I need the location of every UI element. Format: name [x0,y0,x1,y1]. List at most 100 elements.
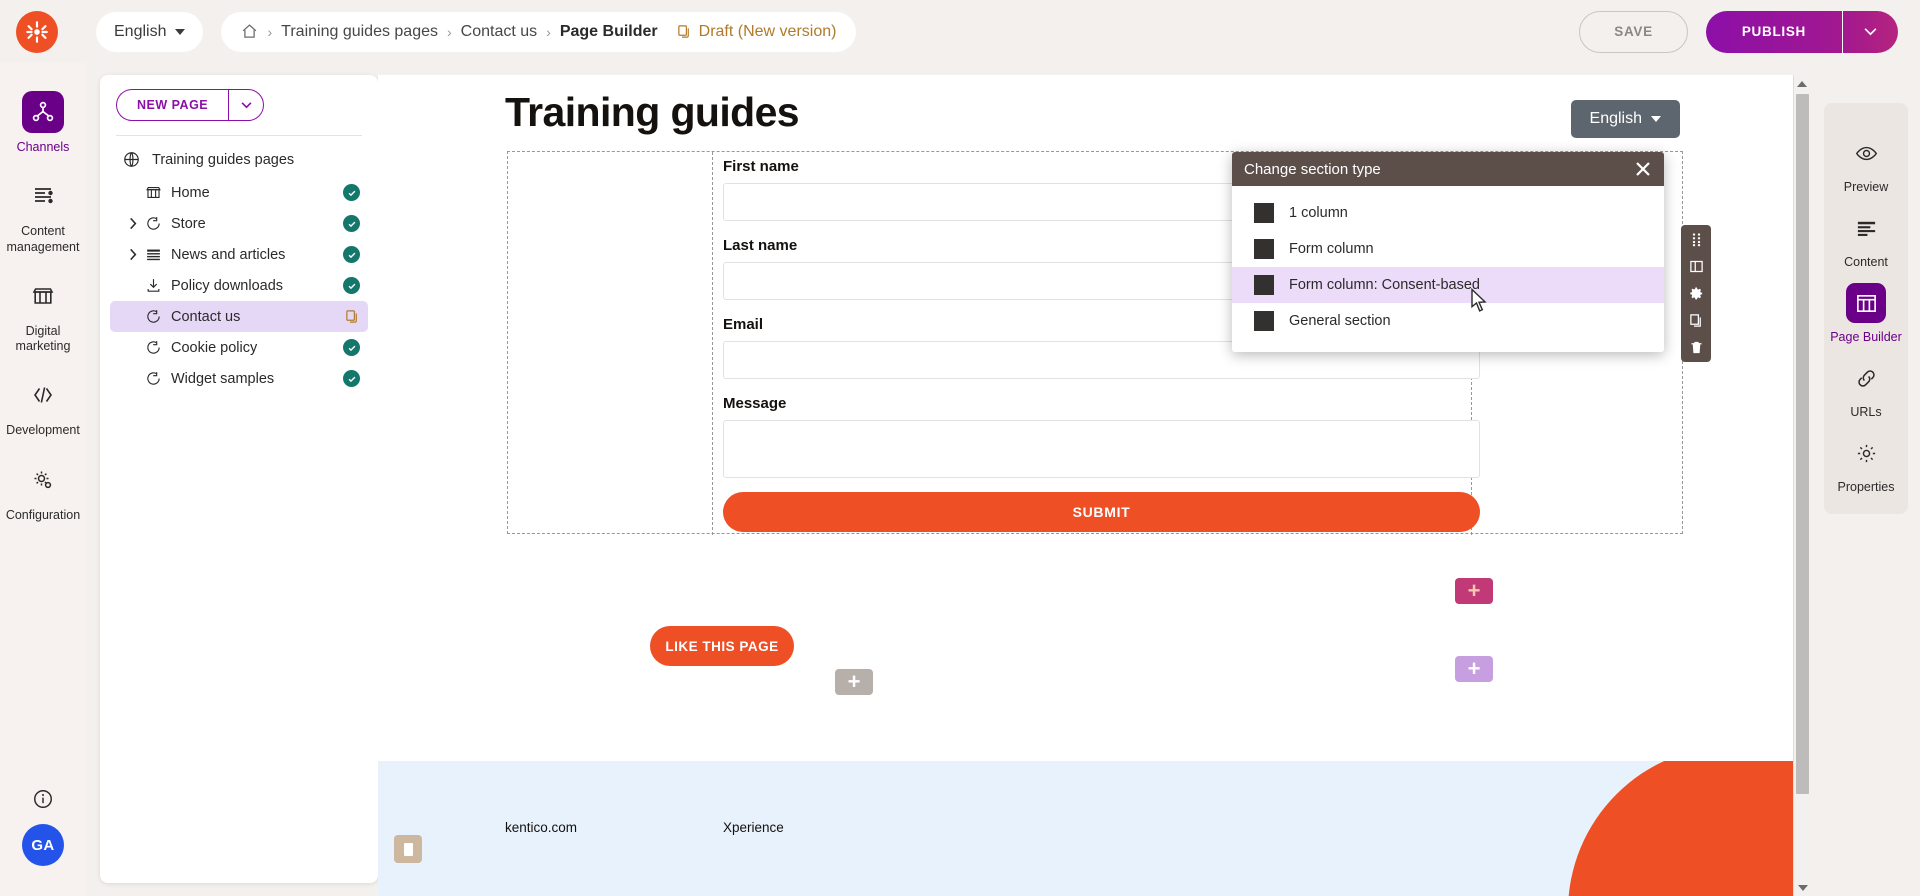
drag-handle-icon[interactable] [1689,232,1704,247]
publish-button[interactable]: PUBLISH [1705,10,1842,53]
canvas-scrollbar[interactable] [1793,75,1810,896]
page-builder-icon [1846,283,1886,323]
language-selector-label: English [114,22,167,40]
add-widget-button-bottom[interactable]: + [1455,656,1493,682]
avatar[interactable]: GA [22,824,64,866]
tree-status-home [343,184,360,201]
rail-item-preview[interactable]: Preview [1824,119,1908,194]
section-icon[interactable] [1689,259,1704,274]
plus-icon: + [847,669,861,694]
plus-icon: + [1467,656,1481,681]
rail-item-configuration[interactable]: Configuration [0,439,86,523]
kentico-logo-icon[interactable] [16,10,58,53]
like-this-page-button[interactable]: LIKE THIS PAGE [650,626,794,666]
section-type-option-1-column[interactable]: 1 column [1232,195,1664,231]
rail-label-urls: URLs [1850,405,1882,419]
rail-item-channels[interactable]: Channels [0,63,86,155]
publish-button-group: PUBLISH [1705,10,1898,53]
rail-item-properties[interactable]: Properties [1824,419,1908,494]
caret-down-icon [1651,116,1661,122]
section-type-option-form-column-consent-based[interactable]: Form column: Consent-based [1232,267,1664,303]
rail-item-digital-marketing[interactable]: Digital marketing [0,255,86,355]
language-selector[interactable]: English [96,11,204,52]
site-language-label: English [1589,110,1642,127]
rail-item-content-management[interactable]: Content management [0,155,86,255]
new-page-menu-button[interactable] [228,89,265,121]
rail-label-content: Content [1844,255,1888,269]
right-rail: Preview Content Page Builder URLs Proper… [1810,75,1920,896]
divider [116,135,362,136]
site-language-selector[interactable]: English [1570,100,1680,138]
publish-menu-button[interactable] [1842,10,1898,53]
breadcrumb-item-2[interactable]: Page Builder [560,23,658,41]
add-section-button[interactable]: + [835,669,873,695]
check-circle-icon [343,277,360,294]
footer-widget-marker[interactable] [394,835,422,863]
tree-label-widget-samples: Widget samples [171,370,275,387]
section-column-left[interactable] [508,152,713,535]
rail-label-configuration: Configuration [5,507,81,522]
section-swatch-icon [1254,311,1274,331]
tree-root-training-guides-pages[interactable]: Training guides pages [100,142,378,177]
breadcrumb-item-1[interactable]: Contact us [461,23,537,41]
add-widget-button-submit[interactable]: + [1455,578,1493,604]
home-icon[interactable] [241,23,258,40]
close-icon[interactable] [1634,160,1652,178]
tree-row-cookie-policy[interactable]: Cookie policy [110,332,368,363]
section-type-option-form-column[interactable]: Form column [1232,231,1664,267]
chevron-right-icon[interactable] [124,248,142,261]
page-icon [142,308,164,325]
rail-bottom: GA [22,788,64,896]
info-icon[interactable] [32,788,54,810]
section-toolbar [1681,225,1711,362]
breadcrumb-item-0[interactable]: Training guides pages [281,23,438,41]
field-label-message: Message [723,395,787,412]
plus-icon: + [1467,578,1481,603]
rail-label-development: Development [6,423,80,438]
change-section-type-dialog: Change section type 1 column Form column… [1232,152,1664,352]
dialog-title: Change section type [1244,160,1381,178]
app-rail: Channels Content management Digital mark… [0,63,86,896]
save-button[interactable]: SAVE [1579,10,1688,53]
chevron-right-icon[interactable] [124,217,142,230]
footer-link-xperience[interactable]: Xperience [723,820,784,835]
message-textarea[interactable] [723,420,1480,478]
copy-icon[interactable] [1689,313,1704,328]
tree-row-news-and-articles[interactable]: News and articles [110,239,368,270]
channels-icon [22,91,64,133]
tree-row-policy-downloads[interactable]: Policy downloads [110,270,368,301]
rail-item-content[interactable]: Content [1824,194,1908,269]
section-type-option-general-section[interactable]: General section [1232,303,1664,339]
tree-row-contact-us[interactable]: Contact us [110,301,368,332]
scrollbar-thumb[interactable] [1796,94,1809,794]
trash-icon[interactable] [1689,340,1704,355]
rail-item-page-builder[interactable]: Page Builder [1824,269,1908,344]
site-header: Training guides English [378,75,1810,157]
footer-link-kentico-com[interactable]: kentico.com [505,820,577,835]
tree-row-home[interactable]: Home [110,177,368,208]
tree-status-store [343,215,360,232]
scroll-down-button[interactable] [1794,879,1810,896]
home-page-icon [142,184,164,201]
status-badge[interactable]: Draft (New version) [677,23,836,41]
new-page-button[interactable]: NEW PAGE [116,89,229,121]
rail-label-digital-marketing: Digital marketing [15,323,71,353]
triangle-up-icon [1797,80,1807,87]
rail-label-channels: Channels [16,140,70,154]
tree-row-store[interactable]: Store [110,208,368,239]
digital-marketing-icon [22,275,64,317]
page-icon [142,370,164,387]
list-page-icon [142,246,164,263]
gear-icon [22,459,64,501]
tree-row-widget-samples[interactable]: Widget samples [110,363,368,394]
rail-item-development[interactable]: Development [0,354,86,438]
check-circle-icon [343,215,360,232]
decorative-circle [1568,761,1810,896]
scroll-up-button[interactable] [1794,75,1810,92]
submit-button[interactable]: SUBMIT [723,492,1480,532]
code-icon [22,374,64,416]
gear-icon[interactable] [1689,286,1704,301]
rail-item-urls[interactable]: URLs [1824,344,1908,419]
tree-label-news-and-articles: News and articles [171,246,286,263]
breadcrumb-separator-1: › [267,23,273,40]
